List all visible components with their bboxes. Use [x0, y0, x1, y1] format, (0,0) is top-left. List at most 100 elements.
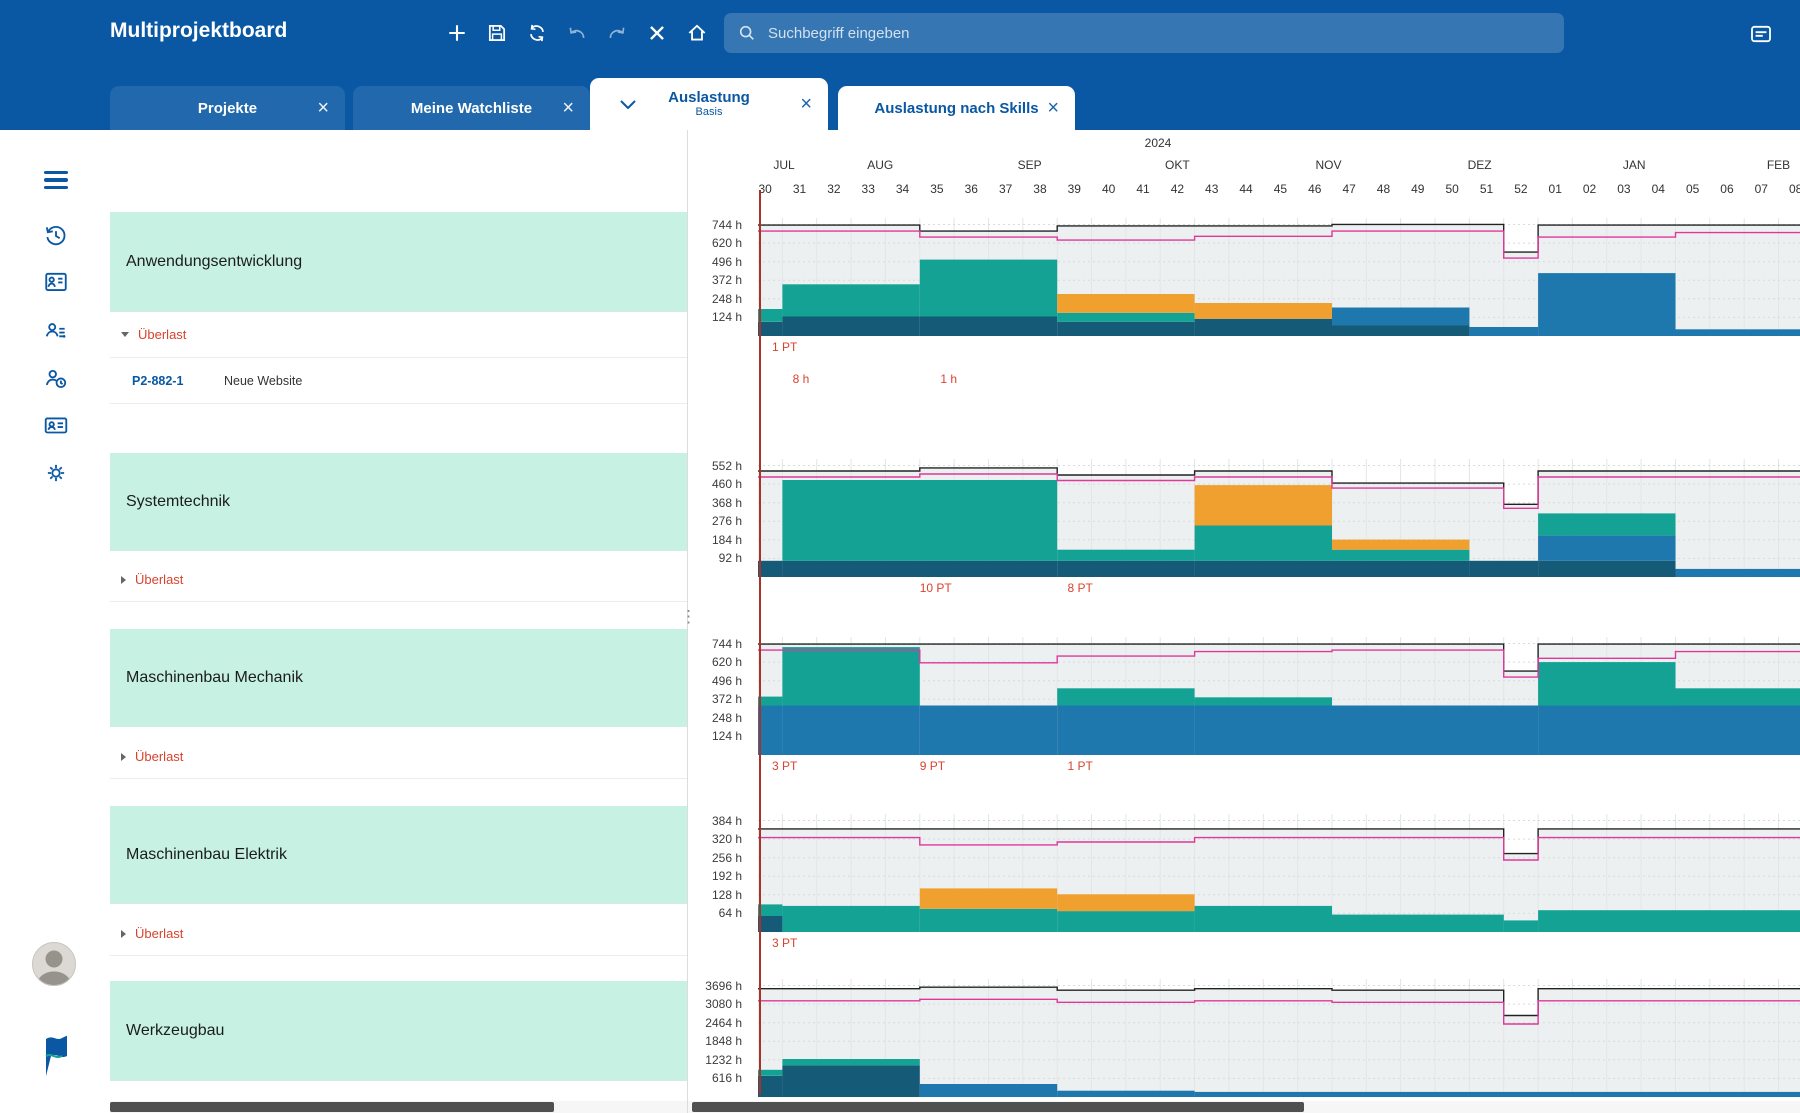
today-line: [759, 190, 761, 1095]
user-panel-icon[interactable]: [1742, 15, 1780, 53]
chart-axis-labels: 744 h620 h496 h372 h248 h124 h: [688, 637, 746, 755]
refresh-icon: [526, 22, 548, 44]
capacity-chart-maschinenbau-elektrik[interactable]: [758, 814, 1800, 932]
overload-label: Überlast: [138, 327, 186, 342]
axis-label: 248 h: [712, 711, 742, 725]
capacity-chart-werkzeugbau[interactable]: [758, 979, 1800, 1097]
horizontal-scrollbar[interactable]: [688, 1101, 1800, 1113]
close-icon[interactable]: ×: [800, 94, 812, 114]
user-avatar[interactable]: [30, 940, 78, 988]
resource-group-row[interactable]: Maschinenbau Mechanik: [110, 629, 687, 727]
panel-splitter[interactable]: ⋮: [680, 608, 697, 625]
week-label: 02: [1583, 182, 1596, 196]
item-annotation: 8 h: [793, 372, 810, 386]
month-label: OKT: [1165, 158, 1190, 172]
history-button[interactable]: [36, 216, 76, 256]
settings-button[interactable]: [36, 453, 76, 493]
close-icon[interactable]: ×: [1047, 98, 1059, 118]
week-label: 38: [1033, 182, 1046, 196]
home-button[interactable]: [680, 13, 714, 53]
overload-annotation: 9 PT: [920, 759, 945, 773]
month-label: AUG: [867, 158, 893, 172]
week-label: 34: [896, 182, 909, 196]
week-label: 37: [999, 182, 1012, 196]
resource-group-row[interactable]: Werkzeugbau: [110, 981, 687, 1081]
search-bar[interactable]: [724, 13, 1564, 53]
redo-icon: [606, 22, 628, 44]
tab-label: Auslastung nach Skills: [874, 100, 1038, 117]
tab-meine-watchliste[interactable]: Meine Watchliste ×: [353, 86, 590, 130]
month-label: FEB: [1767, 158, 1790, 172]
capacity-chart-systemtechnik[interactable]: [758, 459, 1800, 577]
week-label: 06: [1720, 182, 1733, 196]
resource-group-label: Anwendungsentwicklung: [126, 253, 302, 271]
axis-label: 92 h: [719, 551, 742, 565]
overload-row[interactable]: Überlast: [110, 312, 687, 358]
project-row[interactable]: P2-882-1 Neue Website: [110, 358, 687, 404]
org-chart-button[interactable]: [36, 263, 76, 303]
expand-icon[interactable]: [121, 576, 126, 584]
tab-auslastung-nach-skills[interactable]: Auslastung nach Skills ×: [838, 86, 1075, 130]
app-logo: [36, 1035, 76, 1075]
axis-label: 64 h: [719, 906, 742, 920]
save-button[interactable]: [480, 13, 514, 53]
add-button[interactable]: [440, 13, 474, 53]
resource-group-row[interactable]: Anwendungsentwicklung: [110, 212, 687, 312]
person-schedule-icon: [43, 366, 69, 392]
axis-label: 744 h: [712, 637, 742, 651]
week-label: 04: [1652, 182, 1665, 196]
close-icon[interactable]: ×: [562, 98, 574, 118]
expand-icon[interactable]: [121, 753, 126, 761]
history-icon: [43, 223, 69, 249]
chart-axis-labels: 3696 h3080 h2464 h1848 h1232 h616 h: [688, 979, 746, 1097]
month-label: JAN: [1623, 158, 1646, 172]
month-label: SEP: [1018, 158, 1042, 172]
overload-annotation: 10 PT: [920, 581, 952, 595]
app-title: Multiprojektboard: [110, 19, 287, 43]
search-icon: [738, 24, 756, 42]
capacity-chart-maschinenbau-mechanik[interactable]: [758, 637, 1800, 755]
tab-label: Projekte: [198, 100, 257, 117]
scrollbar-thumb[interactable]: [110, 1102, 554, 1112]
search-input[interactable]: [766, 24, 1550, 43]
axis-label: 184 h: [712, 533, 742, 547]
resource-group-label: Werkzeugbau: [126, 1022, 224, 1040]
collapse-icon[interactable]: [121, 332, 129, 337]
id-card-button[interactable]: [36, 406, 76, 446]
sidebar: [0, 130, 110, 1113]
tab-sublabel: Basis: [696, 106, 723, 119]
close-icon: [646, 22, 668, 44]
person-schedule-button[interactable]: [36, 359, 76, 399]
chevron-down-icon[interactable]: [620, 100, 636, 109]
refresh-button[interactable]: [520, 13, 554, 53]
overload-label: Überlast: [135, 926, 183, 941]
tab-auslastung[interactable]: Auslastung Basis ×: [590, 78, 828, 130]
resource-group-row[interactable]: Maschinenbau Elektrik: [110, 806, 687, 904]
plus-icon: [446, 22, 468, 44]
resource-group-row[interactable]: Systemtechnik: [110, 453, 687, 551]
week-label: 49: [1411, 182, 1424, 196]
undo-button[interactable]: [560, 13, 594, 53]
tab-projekte[interactable]: Projekte ×: [110, 86, 345, 130]
app-window: Multiprojektboard: [0, 0, 1800, 1113]
overload-row[interactable]: Überlast: [110, 558, 687, 602]
resource-group-label: Systemtechnik: [126, 493, 230, 511]
axis-label: 3696 h: [705, 979, 742, 993]
close-icon[interactable]: ×: [317, 98, 329, 118]
menu-button[interactable]: [36, 160, 76, 200]
redo-button[interactable]: [600, 13, 634, 53]
capacity-chart-anwendungsentwicklung[interactable]: [758, 218, 1800, 336]
scrollbar-thumb[interactable]: [692, 1102, 1304, 1112]
expand-icon[interactable]: [121, 930, 126, 938]
resource-panel: Anwendungsentwicklung Überlast P2-882-1 …: [110, 130, 688, 1113]
overload-row[interactable]: Überlast: [110, 735, 687, 779]
axis-label: 248 h: [712, 292, 742, 306]
project-id[interactable]: P2-882-1: [132, 374, 224, 388]
week-label: 51: [1480, 182, 1493, 196]
horizontal-scrollbar[interactable]: [110, 1101, 687, 1113]
resources-button[interactable]: [36, 312, 76, 352]
overload-row[interactable]: Überlast: [110, 912, 687, 956]
axis-label: 2464 h: [705, 1016, 742, 1030]
close-button[interactable]: [640, 13, 674, 53]
overload-annotation: 3 PT: [772, 759, 797, 773]
